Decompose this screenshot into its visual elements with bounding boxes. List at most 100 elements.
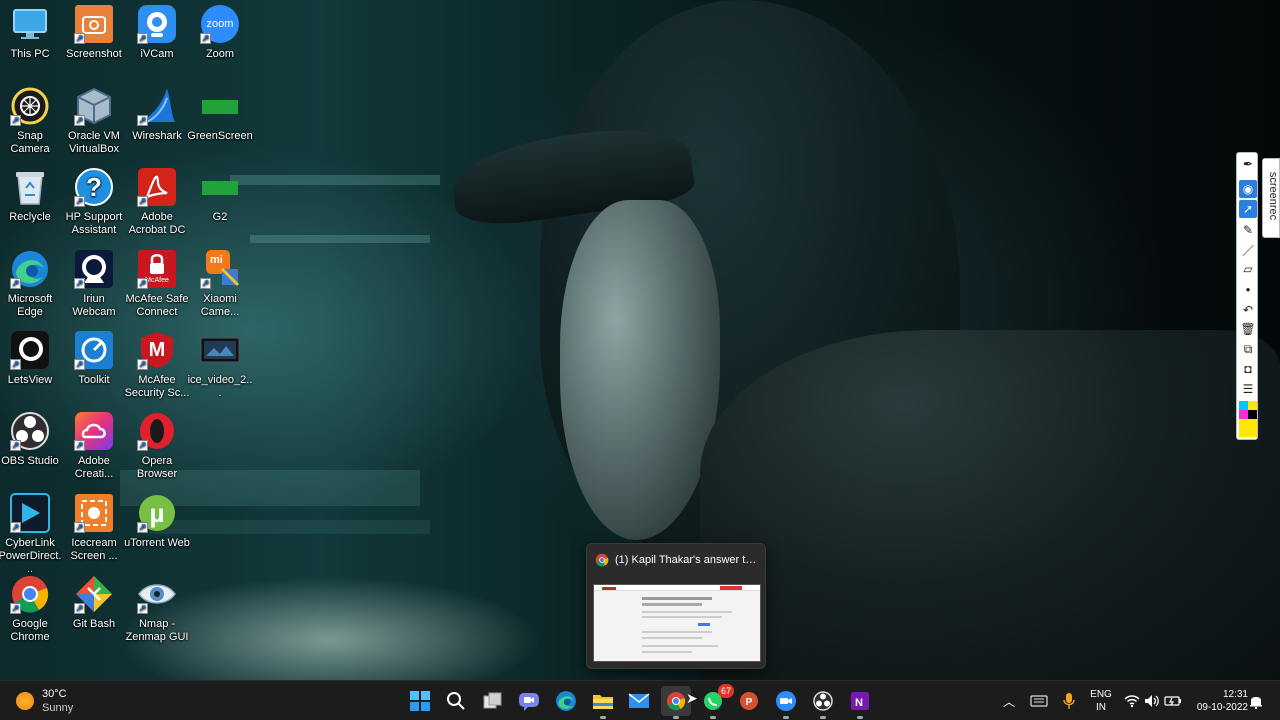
thumbnail-title-bar: (1) Kapil Thakar's answer to Wh... — [595, 552, 761, 568]
desktop-icon-label: Wireshark — [132, 130, 182, 142]
task-view-button[interactable] — [478, 686, 508, 716]
weather-widget[interactable]: 30°C Sunny — [14, 687, 104, 715]
eye-icon[interactable]: ◉ — [1239, 180, 1257, 198]
desktop-icon-nmap[interactable]: ↗ Nmap - Zenmap GUI — [124, 574, 190, 644]
desktop-icon-toolkit[interactable]: ↗ Toolkit — [61, 330, 127, 387]
desktop-icon-label: Screenshot — [66, 48, 122, 60]
start-button[interactable] — [405, 686, 435, 716]
desktop-icon-cyberlink[interactable]: ↗ CyberLink PowerDirect... — [0, 493, 63, 576]
obs-icon: ↗ — [10, 411, 50, 451]
dot-icon[interactable]: ● — [1239, 280, 1257, 298]
chrome-icon — [595, 553, 609, 567]
whatsapp-taskbar[interactable]: 67 — [698, 684, 734, 719]
desktop-icon-mcafee-safe-connect[interactable]: McAfee ↗ McAfee Safe Connect — [124, 249, 190, 319]
eraser-icon[interactable]: ▱ — [1239, 260, 1257, 278]
acrobat-icon: ↗ — [137, 167, 177, 207]
edge-icon — [556, 691, 576, 711]
network-volume-battery[interactable] — [1124, 689, 1184, 713]
desktop-icon-virtualbox[interactable]: ↗ Oracle VM VirtualBox — [61, 86, 127, 156]
mail-taskbar[interactable] — [624, 686, 654, 716]
notes-icon[interactable]: ☰ — [1239, 380, 1257, 398]
search-button[interactable] — [441, 686, 471, 716]
jacket — [700, 330, 1280, 680]
pointer-icon[interactable]: ➚ — [1239, 200, 1257, 218]
desktop-icon-this-pc[interactable]: This PC — [0, 4, 63, 61]
thumbnail-page-preview[interactable] — [593, 584, 761, 662]
onenote-taskbar[interactable]: N — [845, 686, 875, 719]
desktop-icon-git-bash[interactable]: ↗ Git Bash — [61, 574, 127, 631]
keyboard-tray-button[interactable] — [1024, 686, 1054, 716]
chrome-taskbar[interactable]: ➤ — [661, 686, 698, 719]
desktop-icon-label: Snap Camera — [10, 130, 50, 155]
pen-icon[interactable]: ／ — [1239, 241, 1257, 259]
screenrec-tab[interactable]: screenrec — [1262, 158, 1280, 238]
weather-temp: 30°C — [42, 688, 67, 700]
desktop-icon-hp-support[interactable]: ? ↗ HP Support Assistant — [61, 167, 127, 237]
desktop-icon-label: Zoom — [205, 48, 235, 60]
desktop-icon-letsview[interactable]: ↗ LetsView — [0, 330, 63, 387]
desktop-icon-reclycle[interactable]: Reclycle — [0, 167, 63, 224]
notifications-button[interactable] — [1245, 686, 1267, 716]
trash-icon[interactable]: 🗑 — [1239, 320, 1257, 338]
camera-icon[interactable]: ◘ — [1239, 360, 1257, 378]
battery-icon — [1164, 696, 1181, 706]
clock[interactable]: 12:31 09-10-2022 — [1188, 687, 1248, 715]
desktop-icon-mcafee-security[interactable]: M ↗ McAfee Security Sc... — [124, 330, 190, 400]
color-swatch-magenta[interactable] — [1239, 410, 1248, 419]
desktop-icon-g2[interactable]: G2 — [187, 167, 253, 224]
undo-icon[interactable]: ↶ — [1239, 301, 1257, 319]
desktop-icon-label: Opera Browser — [136, 455, 178, 480]
shortcut-arrow-icon: ↗ — [74, 603, 85, 614]
desktop-icon-iriun-webcam[interactable]: ↗ Iriun Webcam — [61, 249, 127, 319]
teams-chat-button[interactable] — [514, 686, 544, 716]
edge-taskbar[interactable] — [551, 686, 581, 716]
desktop-icon-zoom[interactable]: zoom ↗ Zoom — [187, 4, 253, 61]
desktop-icon-icecream[interactable]: ↗ Icecream Screen ... — [61, 493, 127, 563]
desktop-icon-adobe-creative-cloud[interactable]: ↗ Adobe Creati... — [61, 411, 127, 481]
desktop-icon-opera[interactable]: ↗ Opera Browser — [124, 411, 190, 481]
mouse-cursor-icon: ➤ — [686, 690, 698, 706]
taskbar-thumbnail-preview[interactable]: (1) Kapil Thakar's answer to Wh... — [586, 543, 766, 669]
desktop-icon-greenscreen[interactable]: GreenScreen — [187, 86, 253, 143]
desktop-icon-microsoft-edge[interactable]: ↗ Microsoft Edge — [0, 249, 63, 319]
chevron-up-icon: ︿ — [1002, 694, 1015, 709]
desktop-icon-snap-camera[interactable]: ↗ Snap Camera — [0, 86, 63, 156]
marker-icon[interactable]: ✎ — [1239, 221, 1257, 239]
nmap-icon: ↗ — [137, 574, 177, 614]
desktop-icon-ivcam[interactable]: ↗ iVCam — [124, 4, 190, 61]
powerpoint-taskbar[interactable]: P — [734, 686, 764, 716]
color-palette[interactable] — [1239, 401, 1257, 437]
shortcut-arrow-icon: ↗ — [137, 440, 148, 451]
sun-icon — [16, 692, 34, 710]
color-swatch-cyan[interactable] — [1239, 401, 1248, 410]
desktop-icon-utorrent[interactable]: µ ↗ uTorrent Web — [124, 493, 190, 550]
webcam-icon: ↗ — [137, 4, 177, 44]
desktop-icon-ice-video[interactable]: ice_video_2... — [187, 330, 253, 400]
taskbar: 30°C Sunny ➤ 67 P N ︿ ENG IN 12:31 09-10… — [0, 680, 1280, 720]
color-swatch-black[interactable] — [1248, 401, 1257, 410]
xiaomi-glyph: mi — [210, 254, 223, 266]
region-code: IN — [1096, 702, 1106, 713]
desktop-icon-wireshark[interactable]: ↗ Wireshark — [124, 86, 190, 143]
color-swatch-dark[interactable] — [1248, 410, 1257, 419]
record-icon[interactable]: ⧉ — [1239, 340, 1257, 358]
show-hidden-icons-button[interactable]: ︿ — [994, 686, 1024, 716]
desktop-icon-screenshot[interactable]: ↗ Screenshot — [61, 4, 127, 61]
creative-cloud-icon: ↗ — [74, 411, 114, 451]
obs-taskbar[interactable] — [808, 686, 838, 719]
desktop-icon-adobe-acrobat[interactable]: ↗ Adobe Acrobat DC — [124, 167, 190, 237]
file-explorer-taskbar[interactable] — [588, 686, 618, 719]
language-indicator[interactable]: ENG IN — [1084, 687, 1118, 715]
pin-icon[interactable]: ✒ — [1239, 155, 1257, 173]
microphone-tray-button[interactable] — [1054, 686, 1084, 716]
utorrent-icon: µ ↗ — [137, 493, 177, 533]
desktop-icon-xiaomi-camera[interactable]: mi ↗ Xiaomi Came... — [187, 249, 253, 319]
zoom-icon — [776, 691, 796, 711]
color-swatch-yellow[interactable] — [1239, 419, 1257, 437]
desktop-icon-google-chrome[interactable]: ↗ Google Chrome — [0, 574, 63, 644]
xiaomi-camera-icon: mi ↗ — [200, 249, 240, 289]
desktop-icon-obs-studio[interactable]: ↗ OBS Studio — [0, 411, 63, 468]
zoom-taskbar[interactable] — [771, 686, 801, 719]
desktop-icon-label: OBS Studio — [1, 455, 59, 467]
shortcut-arrow-icon: ↗ — [74, 522, 85, 533]
